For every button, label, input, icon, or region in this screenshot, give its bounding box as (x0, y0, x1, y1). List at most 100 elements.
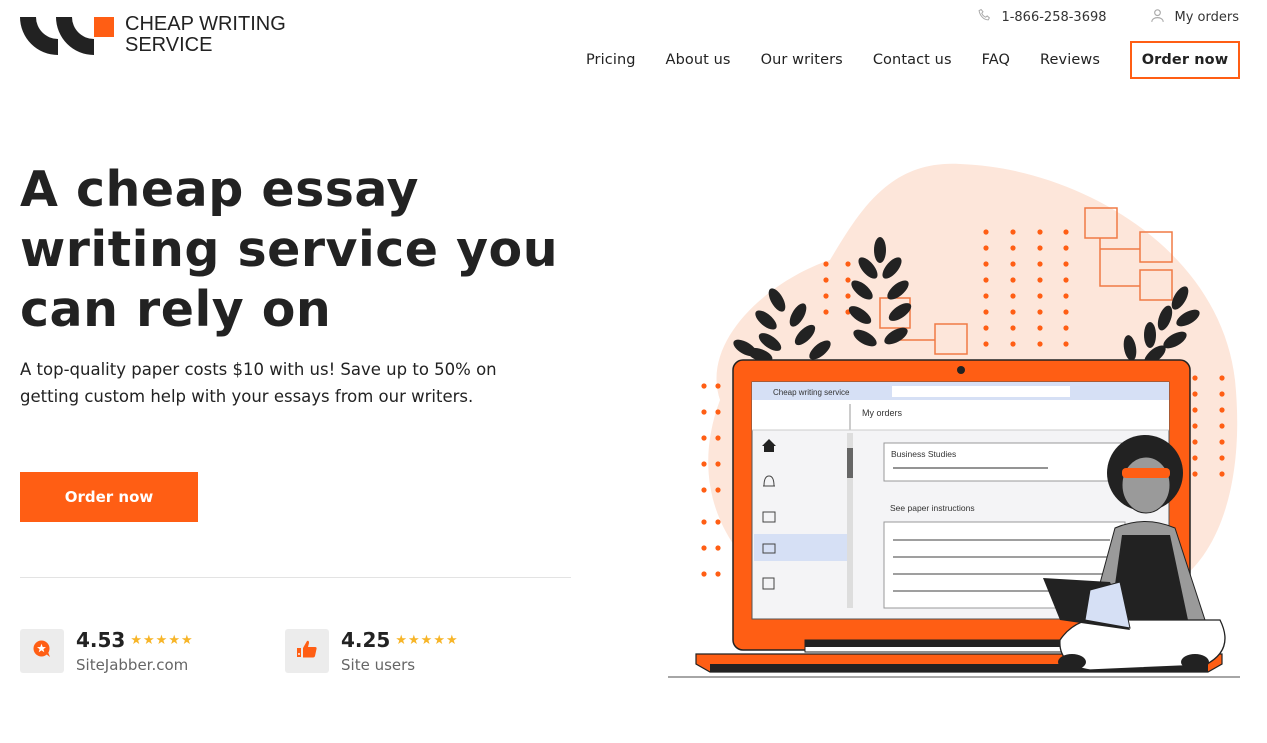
dot (1063, 293, 1069, 299)
star-icon: ★ (445, 632, 458, 648)
dot (1192, 423, 1198, 429)
dot (1010, 245, 1016, 251)
star-icon: ★ (143, 632, 155, 648)
dot (701, 383, 707, 389)
dot (701, 487, 707, 493)
dot (715, 409, 721, 415)
dot (1037, 293, 1043, 299)
nav-reviews[interactable]: Reviews (1040, 52, 1100, 68)
hero-subtitle: A top-quality paper costs $10 with us! S… (20, 360, 497, 406)
app-title: Cheap writing service (773, 388, 850, 397)
star-rating: ★ ★ ★ ★ ★ (395, 634, 457, 647)
rating-score: 4.25 (341, 628, 391, 652)
camera-dot (957, 366, 965, 374)
dot (1037, 245, 1043, 251)
header-order-now-button[interactable]: Order now (1130, 41, 1240, 79)
hero-title: A cheap essay writing service you can re… (20, 161, 559, 338)
rating-source: SiteJabber.com (76, 656, 189, 674)
dot (701, 571, 707, 577)
dot (1010, 325, 1016, 331)
nav-contact-us[interactable]: Contact us (873, 52, 952, 68)
logo[interactable]: CHEAP WRITING SERVICE (20, 14, 286, 56)
dot (701, 545, 707, 551)
dot (1037, 277, 1043, 283)
phone-number: 1-866-258-3698 (1001, 10, 1107, 25)
star-icon: ★ (395, 632, 408, 648)
order-subject: Business Studies (891, 449, 956, 459)
star-rating: ★ ★ ★ ★ ★ (130, 634, 192, 647)
dot (845, 277, 851, 283)
dot (823, 277, 829, 283)
dot (715, 383, 721, 389)
nav-our-writers[interactable]: Our writers (761, 52, 843, 68)
dot (823, 293, 829, 299)
rating-sitejabber: 4.53 ★ ★ ★ ★ ★ SiteJabber.com (20, 629, 193, 674)
dot (983, 293, 989, 299)
dot (845, 293, 851, 299)
dot (845, 261, 851, 267)
dot (1219, 375, 1225, 381)
star-icon: ★ (155, 632, 168, 648)
dot (1010, 293, 1016, 299)
dot (701, 461, 707, 467)
laptop-illustration: Cheap writing service My orders Business… (668, 163, 1240, 678)
dot (715, 487, 721, 493)
dot (715, 545, 721, 551)
hero-order-now-button[interactable]: Order now (20, 472, 198, 522)
dot (983, 245, 989, 251)
dot (983, 325, 989, 331)
star-icon: ★ (420, 632, 433, 648)
dot (983, 277, 989, 283)
dot (1192, 407, 1198, 413)
dot (715, 571, 721, 577)
divider (20, 577, 571, 578)
star-icon: ★ (168, 632, 180, 648)
nav-about-us[interactable]: About us (666, 52, 731, 68)
star-icon: ★ (180, 632, 193, 648)
phone-icon (977, 8, 992, 27)
topbar: 1-866-258-3698 My orders (977, 7, 1239, 28)
nav-pricing[interactable]: Pricing (586, 52, 636, 68)
user-icon (1149, 7, 1166, 28)
dot (1037, 261, 1043, 267)
star-icon: ★ (408, 632, 420, 648)
dot (715, 519, 721, 525)
dot (1063, 245, 1069, 251)
leaf (1144, 322, 1156, 348)
dot (715, 461, 721, 467)
rating-score: 4.53 (76, 628, 126, 652)
dot (1063, 261, 1069, 267)
phone-link[interactable]: 1-866-258-3698 (977, 8, 1107, 27)
dot (983, 229, 989, 235)
dot (983, 261, 989, 267)
dot (1192, 391, 1198, 397)
logo-mark-icon (20, 15, 114, 55)
dot (1219, 391, 1225, 397)
app-page-title: My orders (862, 408, 903, 418)
dot (1037, 309, 1043, 315)
dot (1219, 455, 1225, 461)
dot (1010, 277, 1016, 283)
site-users-badge (285, 629, 329, 673)
hero-illustration: Cheap writing service My orders Business… (660, 150, 1260, 690)
rating-site-users: 4.25 ★ ★ ★ ★ ★ Site users (285, 629, 458, 674)
rating-source: Site users (341, 656, 416, 674)
dot (701, 435, 707, 441)
dot (823, 309, 829, 315)
dot (701, 409, 707, 415)
dot (823, 261, 829, 267)
dot (1063, 309, 1069, 315)
instructions-label: See paper instructions (890, 503, 975, 513)
dot (1063, 325, 1069, 331)
my-orders-link[interactable]: My orders (1149, 7, 1239, 28)
dot (1010, 341, 1016, 347)
logo-text-line1: CHEAP WRITING (125, 13, 286, 35)
dot (1063, 341, 1069, 347)
dot (1219, 471, 1225, 477)
dot (983, 309, 989, 315)
dot (1063, 229, 1069, 235)
dot (1219, 407, 1225, 413)
dot (1192, 439, 1198, 445)
nav-faq[interactable]: FAQ (982, 52, 1010, 68)
dot (1010, 309, 1016, 315)
